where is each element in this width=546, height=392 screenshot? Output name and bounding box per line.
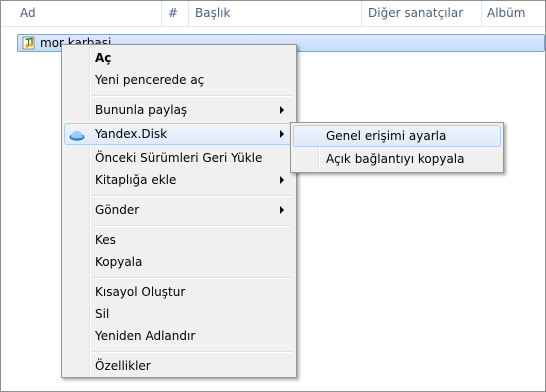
menu-item-label: Önceki Sürümleri Geri Yükle <box>95 151 263 165</box>
menu-item-send-to[interactable]: Gönder <box>64 199 294 221</box>
yandex-disk-submenu: Genel erişimi ayarla Açık bağlantıyı kop… <box>290 122 504 173</box>
menu-item-label: Kısayol Oluştur <box>95 285 186 299</box>
menu-item-restore-previous-versions[interactable]: Önceki Sürümleri Geri Yükle <box>64 147 294 169</box>
menu-item-open[interactable]: Aç <box>64 47 294 69</box>
context-menu: Aç Yeni pencerede aç Bununla paylaş Yand… <box>61 44 297 378</box>
submenu-arrow-icon <box>280 106 284 114</box>
menu-item-label: Açık bağlantıyı kopyala <box>326 152 465 166</box>
menu-item-label: Özellikler <box>95 359 151 373</box>
column-header-title[interactable]: Başlık <box>190 1 230 26</box>
menu-item-cut[interactable]: Kes <box>64 229 294 251</box>
column-header-other-artists[interactable]: Diğer sanatçılar <box>363 1 463 26</box>
menu-item-label: Yandex.Disk <box>95 127 168 141</box>
explorer-window: Ad # Başlık Diğer sanatçılar Albüm mor k… <box>0 0 546 392</box>
column-header-number[interactable]: # <box>163 1 178 26</box>
menu-item-label: Yeniden Adlandır <box>95 329 196 343</box>
menu-item-label: Kes <box>95 233 116 247</box>
menu-item-delete[interactable]: Sil <box>64 303 294 325</box>
submenu-arrow-icon <box>280 206 284 214</box>
column-header-album[interactable]: Albüm <box>482 1 525 26</box>
menu-separator <box>92 225 292 227</box>
menu-item-label: Kopyala <box>95 255 143 269</box>
menu-item-create-shortcut[interactable]: Kısayol Oluştur <box>64 281 294 303</box>
menu-item-label: Gönder <box>95 203 140 217</box>
menu-separator <box>92 277 292 279</box>
menu-separator <box>92 351 292 353</box>
submenu-item-copy-public-link[interactable]: Açık bağlantıyı kopyala <box>293 148 501 170</box>
submenu-arrow-icon <box>280 176 284 184</box>
menu-item-label: Genel erişimi ayarla <box>326 129 447 143</box>
menu-item-share-with[interactable]: Bununla paylaş <box>64 99 294 121</box>
menu-item-label: Yeni pencerede aç <box>95 73 205 87</box>
column-header-bar: Ad # Başlık Diğer sanatçılar Albüm <box>1 1 545 27</box>
menu-separator <box>92 95 292 97</box>
menu-item-rename[interactable]: Yeniden Adlandır <box>64 325 294 347</box>
menu-item-copy[interactable]: Kopyala <box>64 251 294 273</box>
menu-item-properties[interactable]: Özellikler <box>64 355 294 377</box>
menu-item-label: Sil <box>95 307 110 321</box>
yandex-disk-icon <box>68 127 86 143</box>
column-divider[interactable] <box>161 1 162 26</box>
menu-separator <box>92 195 292 197</box>
menu-item-label: Kitaplığa ekle <box>95 173 177 187</box>
submenu-arrow-icon <box>280 130 284 138</box>
submenu-item-configure-access[interactable]: Genel erişimi ayarla <box>293 125 501 147</box>
column-divider[interactable] <box>188 1 189 26</box>
column-divider[interactable] <box>361 1 362 26</box>
audio-file-icon <box>22 36 36 50</box>
menu-item-include-in-library[interactable]: Kitaplığa ekle <box>64 169 294 191</box>
column-header-name[interactable]: Ad <box>15 1 36 26</box>
menu-item-open-new-window[interactable]: Yeni pencerede aç <box>64 69 294 91</box>
menu-item-yandex-disk[interactable]: Yandex.Disk <box>64 123 294 145</box>
menu-item-label: Bununla paylaş <box>95 103 188 117</box>
menu-item-label: Aç <box>95 51 112 65</box>
